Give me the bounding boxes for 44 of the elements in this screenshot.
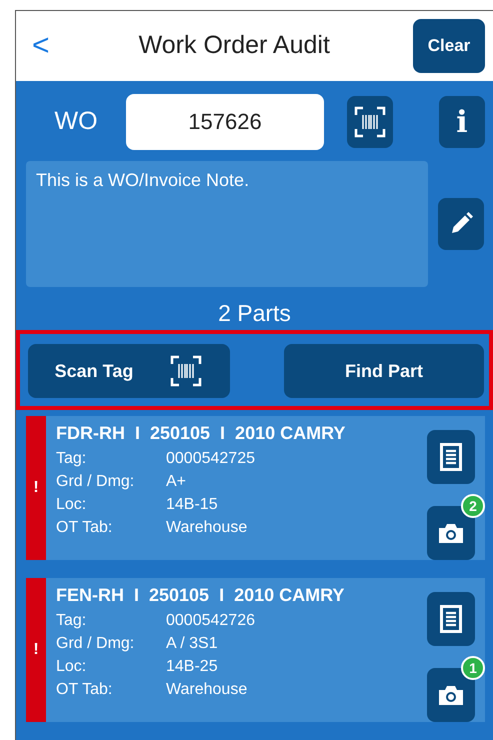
field-label: OT Tab: bbox=[56, 680, 114, 700]
part-card[interactable]: ! FDR-RH I 250105 I 2010 CAMRY Tag: 0000542725 Grd / Dmg: A+ Loc: 14B-15 OT Tab: Warehouse 2 bbox=[26, 416, 485, 560]
field-value: Warehouse bbox=[166, 518, 248, 538]
field-label: Tag: bbox=[56, 449, 88, 470]
scan-barcode-button[interactable] bbox=[347, 96, 393, 148]
field-value: 0000542725 bbox=[166, 449, 255, 470]
part-card[interactable]: ! FEN-RH I 250105 I 2010 CAMRY Tag: 0000542726 Grd / Dmg: A / 3S1 Loc: 14B-25 OT Tab: Warehouse 1 bbox=[26, 578, 485, 722]
document-icon bbox=[440, 605, 462, 634]
field-value: Warehouse bbox=[166, 680, 248, 700]
info-button[interactable]: i bbox=[439, 96, 485, 148]
field-label: Grd / Dmg: bbox=[56, 472, 136, 492]
document-button[interactable] bbox=[427, 430, 475, 484]
camera-icon bbox=[437, 521, 465, 546]
field-value: A / 3S1 bbox=[166, 634, 218, 654]
field-label: Grd / Dmg: bbox=[56, 634, 136, 654]
scan-tag-button[interactable]: Scan Tag bbox=[28, 344, 230, 398]
clear-button[interactable]: Clear bbox=[413, 19, 485, 73]
note-field[interactable]: This is a WO/Invoice Note. bbox=[26, 161, 428, 287]
page-title: Work Order Audit bbox=[138, 30, 331, 62]
photo-count-badge: 1 bbox=[461, 656, 485, 680]
document-icon bbox=[440, 443, 462, 472]
alert-mark: ! bbox=[33, 478, 39, 498]
barcode-scan-icon bbox=[353, 105, 387, 139]
part-title: FDR-RH I 250105 I 2010 CAMRY bbox=[56, 422, 346, 446]
camera-icon bbox=[437, 683, 465, 708]
part-title: FEN-RH I 250105 I 2010 CAMRY bbox=[56, 584, 346, 608]
field-label: OT Tab: bbox=[56, 518, 114, 538]
document-button[interactable] bbox=[427, 592, 475, 646]
parts-count: 2 Parts bbox=[217, 301, 292, 326]
alert-mark: ! bbox=[33, 640, 39, 660]
field-value: 14B-25 bbox=[166, 657, 218, 678]
field-label: Loc: bbox=[56, 657, 88, 678]
find-part-button[interactable]: Find Part bbox=[284, 344, 484, 398]
photo-count-badge: 2 bbox=[461, 494, 485, 518]
barcode-scan-icon bbox=[169, 354, 204, 388]
field-label: Loc: bbox=[56, 495, 88, 516]
field-value: 14B-15 bbox=[166, 495, 218, 516]
wo-label: WO bbox=[53, 106, 99, 138]
field-value: 0000542726 bbox=[166, 611, 255, 632]
edit-button[interactable] bbox=[438, 198, 484, 250]
back-button[interactable]: < bbox=[26, 31, 56, 61]
wo-input-field[interactable]: 157626 bbox=[126, 94, 324, 150]
field-label: Tag: bbox=[56, 611, 88, 632]
field-value: A+ bbox=[166, 472, 186, 492]
